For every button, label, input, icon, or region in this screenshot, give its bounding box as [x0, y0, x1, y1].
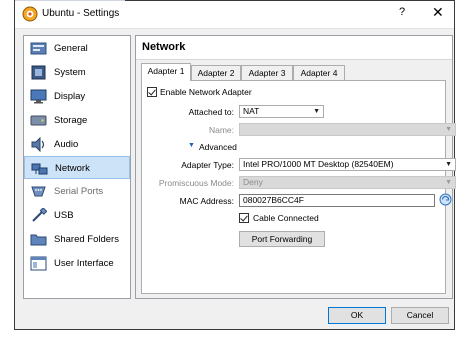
adapter-type-select[interactable]: Intel PRO/1000 MT Desktop (82540EM) ▼ [239, 158, 456, 171]
advanced-expand-icon[interactable]: ▼ [188, 142, 195, 149]
settings-sidebar: General System Display Storage Audio Net… [23, 35, 131, 299]
page-title: Network [142, 41, 186, 53]
serial-ports-icon [31, 186, 46, 197]
attached-to-select[interactable]: NAT ▼ [239, 105, 324, 118]
mac-address-value: 080027B6CC4F [243, 195, 304, 205]
sidebar-item-network[interactable]: Network [24, 156, 130, 179]
adapter-type-value: Intel PRO/1000 MT Desktop (82540EM) [243, 159, 394, 169]
sidebar-item-user-interface[interactable]: User Interface [24, 252, 130, 275]
display-icon [30, 89, 47, 104]
sidebar-item-label: General [54, 43, 88, 54]
close-button[interactable]: ✕ [432, 4, 444, 21]
adapter-settings: Enable Network Adapter Attached to: NAT … [141, 80, 456, 294]
promiscuous-mode-select[interactable]: Deny ▼ [239, 176, 456, 189]
sidebar-item-label: Audio [54, 139, 79, 150]
advanced-toggle[interactable]: Advanced [199, 142, 237, 152]
chevron-down-icon: ▼ [445, 161, 452, 168]
attached-to-value: NAT [243, 106, 260, 116]
enable-adapter-label: Enable Network Adapter [160, 87, 252, 97]
virtualbox-icon [22, 6, 38, 22]
user-interface-icon [30, 256, 47, 271]
promiscuous-mode-value: Deny [243, 177, 263, 187]
sidebar-item-label: Display [54, 91, 86, 102]
sidebar-item-storage[interactable]: Storage [24, 109, 130, 132]
title-bar: Ubuntu - Settings ? ✕ [15, 1, 454, 29]
sidebar-item-shared-folders[interactable]: Shared Folders [24, 228, 130, 251]
sidebar-item-system[interactable]: System [24, 61, 130, 84]
chevron-down-icon: ▼ [445, 179, 452, 186]
tab-adapter-1[interactable]: Adapter 1 [141, 63, 191, 81]
tab-adapter-4[interactable]: Adapter 4 [293, 65, 345, 80]
tab-adapter-2[interactable]: Adapter 2 [191, 65, 241, 80]
audio-icon [31, 137, 45, 152]
settings-window: Ubuntu - Settings ? ✕ General System Dis… [14, 0, 456, 330]
promiscuous-mode-label: Promiscuous Mode: [158, 178, 234, 188]
storage-icon [30, 115, 47, 126]
enable-adapter-checkbox[interactable] [147, 87, 157, 97]
mac-address-input[interactable]: 080027B6CC4F [239, 194, 435, 207]
attached-to-label: Attached to: [188, 107, 234, 117]
adapter-type-label: Adapter Type: [181, 160, 234, 170]
sidebar-item-label: User Interface [54, 258, 114, 269]
sidebar-item-label: Serial Ports [54, 186, 104, 197]
system-icon [31, 65, 46, 80]
port-forwarding-button[interactable]: Port Forwarding [239, 231, 325, 247]
cable-connected-checkbox[interactable] [239, 213, 249, 223]
sidebar-item-audio[interactable]: Audio [24, 133, 130, 156]
network-icon [31, 163, 48, 175]
name-select[interactable]: ▼ [239, 123, 456, 136]
chevron-down-icon: ▼ [445, 126, 452, 133]
cable-connected-label: Cable Connected [253, 213, 319, 223]
sidebar-item-usb[interactable]: USB [24, 204, 130, 227]
refresh-mac-icon[interactable] [439, 192, 452, 207]
sidebar-item-label: Network [55, 163, 90, 174]
sidebar-item-general[interactable]: General [24, 37, 130, 60]
sidebar-item-label: Storage [54, 115, 88, 126]
general-icon [30, 42, 47, 55]
sidebar-item-label: USB [54, 210, 74, 221]
mac-address-label: MAC Address: [179, 196, 234, 206]
sidebar-item-label: System [54, 67, 86, 78]
sidebar-item-display[interactable]: Display [24, 85, 130, 108]
panel-header: Network [136, 36, 452, 60]
chevron-down-icon: ▼ [313, 108, 320, 115]
window-title: Ubuntu - Settings [42, 8, 120, 19]
cancel-button[interactable]: Cancel [391, 307, 449, 324]
help-button[interactable]: ? [399, 6, 405, 18]
network-panel: Network Adapter 1 Adapter 2 Adapter 3 Ad… [135, 35, 456, 299]
sidebar-item-label: Shared Folders [54, 234, 119, 245]
tab-adapter-3[interactable]: Adapter 3 [241, 65, 293, 80]
shared-folders-icon [30, 234, 47, 246]
ok-button[interactable]: OK [328, 307, 386, 324]
usb-icon [32, 208, 47, 222]
sidebar-item-serial-ports[interactable]: Serial Ports [24, 180, 130, 203]
name-label: Name: [208, 125, 234, 135]
